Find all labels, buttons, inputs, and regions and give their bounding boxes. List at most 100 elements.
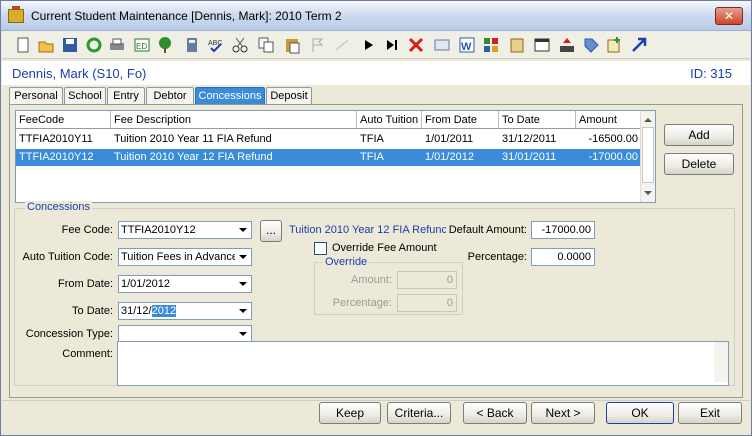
column-header-auto-tuition[interactable]: Auto Tuition <box>357 111 422 129</box>
auto-tuition-value: Tuition Fees in Advance <box>121 251 238 263</box>
cell-feecode: TTFIA2010Y11 <box>19 133 93 145</box>
grid-icon[interactable] <box>482 36 500 54</box>
override-fee-label: Override Fee Amount <box>332 242 437 254</box>
override-percentage-label: Percentage: <box>332 297 392 309</box>
to-date-combo[interactable]: 31/12/2012 <box>118 302 252 320</box>
chevron-down-icon[interactable] <box>235 249 251 265</box>
table-row[interactable]: TTFIA2010Y11 Tuition 2010 Year 11 FIA Re… <box>16 131 642 148</box>
new-icon[interactable] <box>14 36 32 54</box>
chevron-down-icon[interactable] <box>235 276 251 292</box>
spellcheck-icon[interactable]: ABC <box>207 36 225 54</box>
upload-icon[interactable] <box>558 36 576 54</box>
override-amount-label: Amount: <box>351 274 392 286</box>
fee-code-label: Fee Code: <box>61 224 113 236</box>
cut-icon[interactable] <box>231 36 249 54</box>
cell-amount: -17000.00 <box>588 151 638 163</box>
default-amount-field[interactable]: -17000.00 <box>531 221 595 239</box>
cell-to-date: 31/12/2011 <box>502 133 557 145</box>
percentage-field[interactable]: 0.0000 <box>531 248 595 266</box>
from-date-value: 1/01/2012 <box>121 278 170 290</box>
play-icon[interactable] <box>359 36 377 54</box>
flag-icon[interactable] <box>309 36 327 54</box>
fee-code-value: TTFIA2010Y12 <box>121 224 196 236</box>
column-header-feecode[interactable]: FeeCode <box>16 111 111 129</box>
delete-icon[interactable] <box>407 36 425 54</box>
comment-label: Comment: <box>62 348 113 360</box>
scroll-down-icon[interactable] <box>644 191 652 195</box>
word-icon[interactable]: W <box>458 36 476 54</box>
tab-school[interactable]: School <box>64 87 106 105</box>
scroll-up-icon[interactable] <box>644 118 652 122</box>
override-group-title: Override <box>323 256 370 268</box>
back-button[interactable]: < Back <box>463 402 527 424</box>
title-bar: Current Student Maintenance [Dennis, Mar… <box>1 1 751 31</box>
cell-amount: -16500.00 <box>588 133 638 145</box>
column-header-amount[interactable]: Amount <box>576 111 642 129</box>
add-button[interactable]: Add <box>664 124 734 146</box>
comment-scrollbar[interactable] <box>714 342 728 382</box>
refresh-icon[interactable] <box>85 36 103 54</box>
window-title: Current Student Maintenance [Dennis, Mar… <box>31 9 342 23</box>
save-icon[interactable] <box>61 36 79 54</box>
criteria-button[interactable]: Criteria... <box>387 402 451 424</box>
add-note-icon[interactable] <box>605 36 623 54</box>
tree-icon[interactable] <box>156 36 174 54</box>
delete-button[interactable]: Delete <box>664 153 734 175</box>
arrow-icon[interactable] <box>630 36 648 54</box>
tab-debtor[interactable]: Debtor <box>146 87 194 105</box>
print-icon[interactable] <box>108 36 126 54</box>
cell-to-date: 31/01/2011 <box>502 151 557 163</box>
to-date-prefix: 31/12/ <box>121 305 152 317</box>
override-amount-field[interactable]: 0 <box>397 271 457 289</box>
open-icon[interactable] <box>37 36 55 54</box>
footer-separator <box>2 400 750 401</box>
cell-from-date: 1/01/2012 <box>425 151 474 163</box>
chevron-down-icon[interactable] <box>235 222 251 238</box>
toolbar: ED ABC W <box>2 31 750 59</box>
keep-button[interactable]: Keep <box>319 402 381 424</box>
chevron-down-icon[interactable] <box>235 326 251 342</box>
to-date-label: To Date: <box>72 305 113 317</box>
cell-fee-description: Tuition 2010 Year 12 FIA Refund <box>114 151 273 163</box>
override-percentage-field[interactable]: 0 <box>397 294 457 312</box>
scroll-thumb[interactable] <box>642 127 654 183</box>
tag-icon[interactable] <box>582 36 600 54</box>
chevron-down-icon[interactable] <box>235 303 251 319</box>
auto-tuition-combo[interactable]: Tuition Fees in Advance <box>118 248 252 266</box>
browse-fee-button[interactable]: ... <box>260 220 282 242</box>
column-header-from-date[interactable]: From Date <box>422 111 499 129</box>
concessions-panel: FeeCode Fee Description Auto Tuition Fro… <box>9 104 743 398</box>
column-header-fee-description[interactable]: Fee Description <box>111 111 357 129</box>
cell-from-date: 1/01/2011 <box>425 133 474 145</box>
main-window: Current Student Maintenance [Dennis, Mar… <box>0 0 752 436</box>
tab-entry[interactable]: Entry <box>107 87 145 105</box>
clipboard-icon[interactable] <box>508 36 526 54</box>
calendar-icon[interactable] <box>533 36 551 54</box>
next-button[interactable]: Next > <box>531 402 595 424</box>
tab-personal[interactable]: Personal <box>9 87 63 105</box>
calculator-icon[interactable] <box>183 36 201 54</box>
svg-text:ED: ED <box>136 42 147 51</box>
comment-textarea[interactable] <box>117 341 729 386</box>
tab-deposit[interactable]: Deposit <box>266 87 312 105</box>
paste-icon[interactable] <box>283 36 301 54</box>
copy-icon[interactable] <box>257 36 275 54</box>
cell-feecode: TTFIA2010Y12 <box>19 151 94 163</box>
concessions-group-title: Concessions <box>25 201 92 213</box>
fee-code-combo[interactable]: TTFIA2010Y12 <box>118 221 252 239</box>
column-header-to-date[interactable]: To Date <box>499 111 576 129</box>
edit-icon[interactable]: ED <box>133 36 151 54</box>
line-icon[interactable] <box>333 36 351 54</box>
concessions-grid[interactable]: FeeCode Fee Description Auto Tuition Fro… <box>15 110 656 203</box>
grid-scrollbar[interactable] <box>640 111 655 202</box>
student-name: Dennis, Mark (S10, Fo) <box>12 66 147 81</box>
from-date-combo[interactable]: 1/01/2012 <box>118 275 252 293</box>
concession-type-label: Concession Type: <box>25 328 113 340</box>
override-fee-checkbox[interactable] <box>314 242 327 255</box>
table-row-selected[interactable]: TTFIA2010Y12 Tuition 2010 Year 12 FIA Re… <box>16 149 642 166</box>
next-end-icon[interactable] <box>383 36 401 54</box>
ok-button[interactable]: OK <box>606 402 674 424</box>
exit-button[interactable]: Exit <box>678 402 742 424</box>
close-button[interactable]: ✕ <box>715 7 743 25</box>
card-icon[interactable] <box>433 36 451 54</box>
